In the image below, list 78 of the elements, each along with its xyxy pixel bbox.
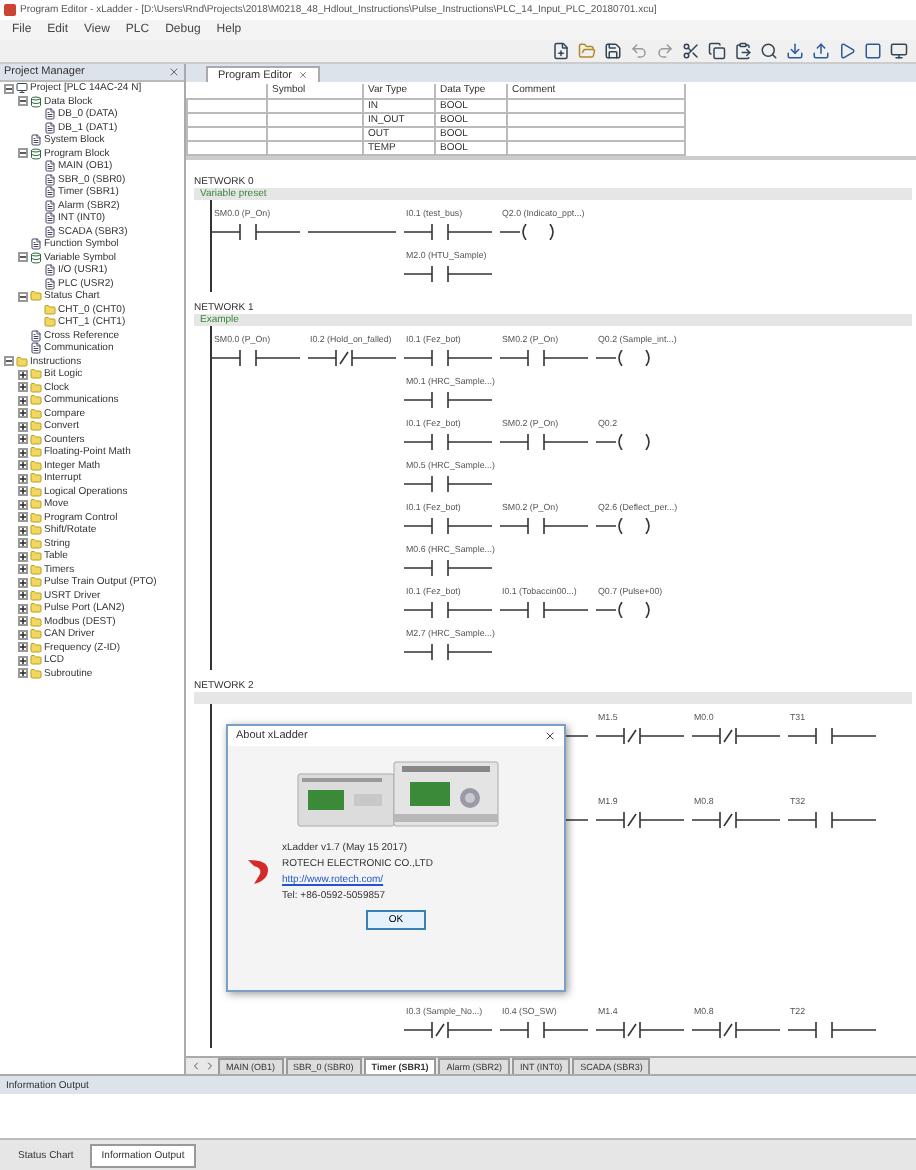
closed-contact-symbol[interactable] [308,349,396,365]
expand-toggle-icon[interactable] [18,473,28,484]
expand-toggle-icon[interactable] [18,408,28,419]
copy-icon[interactable] [708,42,726,60]
expand-toggle-icon[interactable] [18,291,28,302]
closed-contact-symbol[interactable] [692,811,780,827]
contact-symbol[interactable] [404,349,492,365]
database-icon [30,251,42,264]
contact-symbol[interactable] [404,391,492,407]
expand-toggle-icon[interactable] [18,434,28,445]
expand-toggle-icon[interactable] [18,629,28,640]
stop-icon[interactable] [864,42,882,60]
contact-symbol[interactable] [500,517,588,533]
project-icon [16,82,28,95]
contact-symbol[interactable] [500,1021,588,1037]
upload-icon[interactable] [812,42,830,60]
contact-symbol[interactable] [404,643,492,659]
expand-toggle-icon[interactable] [18,382,28,393]
expand-toggle-icon[interactable] [18,369,28,380]
search-icon[interactable] [760,42,778,60]
close-icon[interactable] [544,730,556,742]
logo-icon [246,858,270,886]
open-folder-icon[interactable] [578,42,596,60]
run-icon[interactable] [838,42,856,60]
expand-toggle-icon[interactable] [18,668,28,679]
contact-symbol[interactable] [404,265,492,281]
contact-symbol[interactable] [500,433,588,449]
expand-toggle-icon[interactable] [18,525,28,536]
database-icon [30,95,42,108]
expand-toggle-icon[interactable] [18,538,28,549]
closed-contact-symbol[interactable] [692,1021,780,1037]
contact-symbol[interactable] [404,559,492,575]
contact-symbol[interactable] [404,475,492,491]
app-icon [4,4,16,16]
expand-toggle-icon[interactable] [4,356,14,367]
expand-toggle-icon[interactable] [18,642,28,653]
expand-toggle-icon[interactable] [18,499,28,510]
closed-contact-symbol[interactable] [596,811,684,827]
monitor-icon[interactable] [890,42,908,60]
expand-toggle-icon[interactable] [18,603,28,614]
download-icon[interactable] [786,42,804,60]
expand-toggle-icon[interactable] [18,655,28,666]
expand-toggle-icon[interactable] [18,577,28,588]
contact-symbol[interactable] [788,811,876,827]
contact-symbol[interactable] [212,223,300,239]
expand-toggle-icon[interactable] [18,590,28,601]
expand-toggle-icon[interactable] [18,512,28,523]
contact-symbol[interactable] [404,601,492,617]
database-icon [30,147,42,160]
closed-contact-symbol[interactable] [596,727,684,743]
expand-toggle-icon[interactable] [18,252,28,263]
contact-symbol[interactable] [788,727,876,743]
expand-toggle-icon[interactable] [18,447,28,458]
cut-icon[interactable] [682,42,700,60]
expand-toggle-icon[interactable] [18,564,28,575]
expand-toggle-icon[interactable] [18,395,28,406]
new-file-icon[interactable] [552,42,570,60]
expand-toggle-icon[interactable] [18,460,28,471]
expand-toggle-icon[interactable] [18,96,28,107]
contact-symbol[interactable] [500,349,588,365]
closed-contact-symbol[interactable] [404,1021,492,1037]
expand-toggle-icon[interactable] [18,551,28,562]
close-icon[interactable] [168,66,180,78]
expand-toggle-icon[interactable] [4,83,14,94]
contact-symbol[interactable] [500,601,588,617]
expand-toggle-icon[interactable] [18,421,28,432]
paste-icon[interactable] [734,42,752,60]
contact-symbol[interactable] [788,1021,876,1037]
contact-symbol[interactable] [212,349,300,365]
contact-symbol[interactable] [404,433,492,449]
closed-contact-symbol[interactable] [692,727,780,743]
save-icon[interactable] [604,42,622,60]
contact-symbol[interactable] [404,223,492,239]
expand-toggle-icon[interactable] [18,148,28,159]
expand-toggle-icon[interactable] [18,486,28,497]
contact-symbol[interactable] [404,517,492,533]
expand-toggle-icon[interactable] [18,616,28,627]
closed-contact-symbol[interactable] [596,1021,684,1037]
